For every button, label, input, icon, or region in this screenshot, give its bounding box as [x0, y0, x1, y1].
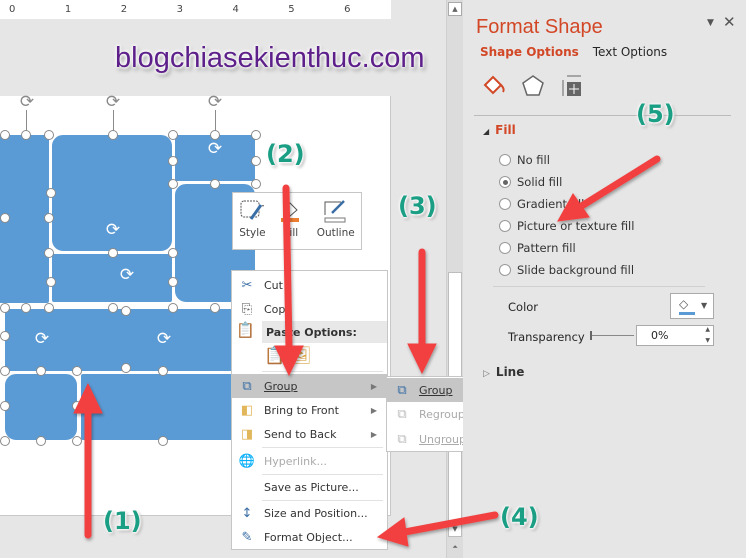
color-label: Color: [508, 300, 539, 314]
pane-options-dropdown-icon[interactable]: ▼: [707, 18, 714, 28]
transparency-input[interactable]: 0% ▲ ▼: [636, 325, 714, 346]
line-section-header[interactable]: ▷ Line: [483, 365, 524, 379]
transparency-slider[interactable]: [590, 331, 634, 340]
divider: [493, 286, 705, 287]
ruler-tick: 4: [232, 4, 239, 15]
radio-no-fill[interactable]: No fill: [499, 153, 550, 167]
menu-item-save-as-picture[interactable]: Save as Picture...: [232, 475, 387, 499]
paste-keep-formatting-icon[interactable]: 📋: [264, 346, 285, 366]
effects-pentagon-icon[interactable]: [521, 74, 545, 101]
send-to-back-icon: ◨: [240, 426, 254, 442]
annotation-label-1: (1): [103, 507, 142, 535]
shape-rect-small-bottom[interactable]: [4, 373, 78, 441]
paint-bucket-icon: [278, 199, 304, 223]
submenu-arrow-icon: ▶: [370, 429, 377, 439]
menu-item-format-object[interactable]: ✎ Format Object...: [232, 525, 387, 549]
group-icon: ⧉: [397, 382, 407, 398]
paste-clipboard-icon: 📋: [236, 321, 255, 339]
menu-item-bring-to-front[interactable]: ◧ Bring to Front ▶: [232, 398, 387, 422]
close-icon[interactable]: ✕: [723, 13, 736, 31]
menu-item-copy[interactable]: ⎘ Copy: [232, 297, 387, 321]
slider-handle[interactable]: [590, 331, 592, 340]
prev-slide-button[interactable]: ⏶: [448, 541, 462, 555]
ruler-tick: 2: [120, 4, 128, 15]
pane-title: Format Shape: [476, 16, 603, 38]
radio-picture-texture-fill[interactable]: Picture or texture fill: [499, 219, 634, 233]
horizontal-ruler: 0 1 2 3 4 5 6: [0, 0, 391, 19]
menu-item-hyperlink[interactable]: 🌐 Hyperlink...: [232, 449, 387, 473]
paste-options-header: Paste Options:: [262, 321, 387, 343]
shape-rect-mid[interactable]: [51, 253, 173, 303]
regroup-icon: ⧉: [397, 406, 407, 422]
hyperlink-icon: 🌐: [238, 453, 256, 469]
transparency-label: Transparency: [508, 330, 585, 344]
ruler-tick: 5: [288, 4, 295, 15]
color-picker-button[interactable]: ◇ ▼: [670, 293, 714, 319]
rotate-handle-icon[interactable]: ⟳: [104, 221, 122, 239]
size-properties-icon[interactable]: [561, 74, 585, 101]
rotate-handle-icon[interactable]: ⟳: [104, 93, 122, 111]
scroll-up-button[interactable]: ▲: [448, 2, 462, 16]
menu-item-cut[interactable]: ✂ Cut: [232, 273, 387, 297]
radio-solid-fill[interactable]: Solid fill: [499, 175, 562, 189]
copy-icon: ⎘: [241, 301, 253, 317]
chevron-down-icon: ▼: [701, 301, 708, 310]
submenu-arrow-icon: ▶: [370, 405, 377, 415]
rotate-handle-icon[interactable]: ⟳: [206, 140, 224, 158]
spin-up-icon[interactable]: ▲: [705, 326, 710, 333]
shape-rect-bottom[interactable]: [80, 373, 244, 441]
mini-toolbar: Style Fill Outline: [232, 192, 362, 250]
ungroup-icon: ⧉: [397, 431, 407, 447]
menu-item-group[interactable]: ⧉ Group ▶: [232, 374, 387, 398]
bring-to-front-icon: ◧: [240, 402, 254, 418]
group-icon: ⧉: [242, 378, 252, 394]
color-swatch: [679, 312, 695, 315]
format-shape-pane: Format Shape ▼ ✕ Shape Options Text Opti…: [463, 0, 746, 558]
scroll-down-button[interactable]: ▼: [448, 523, 462, 537]
collapsed-triangle-icon: ▷: [483, 369, 490, 379]
paint-bucket-icon: ◇: [679, 297, 689, 311]
annotation-label-5: (5): [636, 100, 675, 128]
ruler-tick: 3: [176, 4, 183, 15]
pen-outline-icon: [323, 199, 349, 223]
ruler-tick: 6: [344, 4, 351, 15]
pane-divider: [474, 115, 731, 116]
annotation-label-4: (4): [500, 503, 539, 531]
size-position-icon: ↕: [241, 505, 253, 521]
shape-style-icon: [239, 199, 265, 223]
fill-section-header[interactable]: ◢ Fill: [483, 123, 516, 137]
style-button[interactable]: Style: [239, 199, 266, 249]
scissors-icon: ✂: [241, 277, 253, 293]
context-menu: ✂ Cut ⎘ Copy Paste Options: 📋 📋 🖼 ⧉ Group ▶ …: [231, 270, 388, 550]
radio-gradient-fill[interactable]: Gradient fill: [499, 197, 584, 211]
menu-item-send-to-back[interactable]: ◨ Send to Back ▶: [232, 422, 387, 446]
tab-shape-options[interactable]: Shape Options: [480, 45, 579, 59]
rotate-handle-icon[interactable]: ⟳: [18, 93, 36, 111]
ruler-tick: 0: [9, 4, 16, 15]
submenu-arrow-icon: ▶: [370, 381, 377, 391]
vertical-scrollbar[interactable]: ▲ ▼ ⏶: [446, 0, 463, 558]
rotate-handle-icon[interactable]: ⟳: [206, 93, 224, 111]
radio-slide-background-fill[interactable]: Slide background fill: [499, 263, 634, 277]
menu-item-size-and-position[interactable]: ↕ Size and Position...: [232, 501, 387, 525]
tab-text-options[interactable]: Text Options: [593, 45, 667, 59]
rotate-handle-icon[interactable]: ⟳: [118, 266, 136, 284]
format-object-icon: ✎: [241, 529, 253, 545]
ruler-tick: 1: [64, 4, 72, 15]
fill-line-icon[interactable]: [481, 73, 507, 100]
expanded-triangle-icon: ◢: [483, 127, 490, 136]
watermark: blogchiasekienthuc.com: [115, 42, 425, 74]
annotation-label-3: (3): [398, 192, 437, 220]
outline-button[interactable]: Outline: [317, 199, 355, 249]
rotate-handle-icon[interactable]: ⟳: [155, 330, 173, 348]
annotation-label-2: (2): [266, 140, 305, 168]
spin-down-icon[interactable]: ▼: [705, 337, 710, 344]
paste-as-picture-icon[interactable]: 🖼: [290, 346, 312, 366]
radio-pattern-fill[interactable]: Pattern fill: [499, 241, 576, 255]
rotate-handle-icon[interactable]: ⟳: [33, 330, 51, 348]
fill-button[interactable]: Fill: [278, 199, 304, 249]
